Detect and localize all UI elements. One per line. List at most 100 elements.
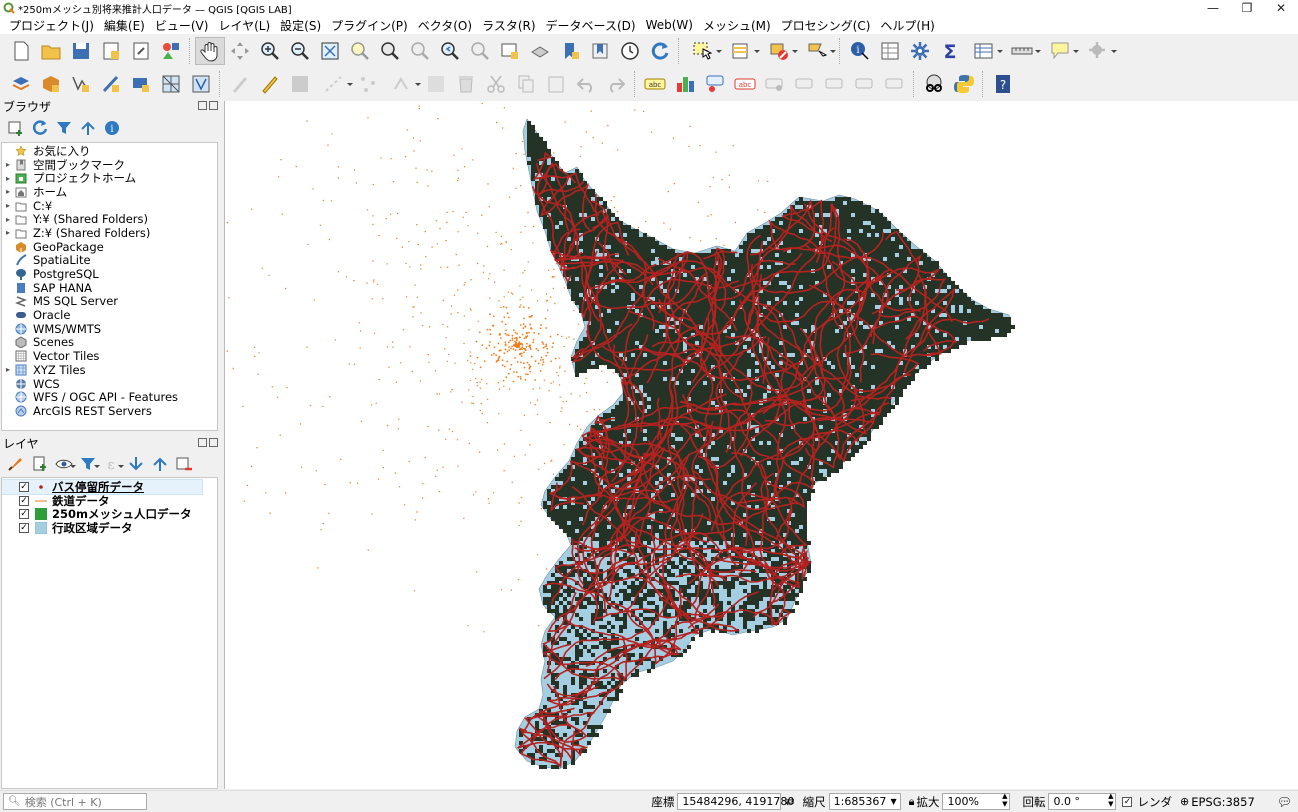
new-mesh-layer-button[interactable] [156, 70, 186, 98]
help-button[interactable]: ? [988, 70, 1018, 98]
menu-settings[interactable]: 設定(S) [275, 17, 326, 34]
expand-arrow-icon[interactable]: ▸ [2, 187, 14, 196]
change-label-button[interactable] [850, 70, 880, 98]
browser-filter-button[interactable] [52, 116, 76, 140]
new-bookmark-button[interactable] [555, 37, 585, 65]
close-button[interactable]: ✕ [1264, 0, 1298, 16]
modify-attributes-button[interactable] [421, 70, 451, 98]
browser-refresh-button[interactable] [28, 116, 52, 140]
minimize-button[interactable]: — [1196, 0, 1230, 16]
menu-database[interactable]: データベース(D) [541, 17, 641, 34]
python-console-button[interactable] [949, 70, 979, 98]
browser-item-wfs[interactable]: WFS / OGC API - Features [2, 390, 217, 404]
undo-button[interactable] [571, 70, 601, 98]
refresh-button[interactable] [645, 37, 675, 65]
layout-manager-button[interactable] [126, 37, 156, 65]
menu-view[interactable]: ビュー(V) [150, 17, 214, 34]
zoom-out-button[interactable] [285, 37, 315, 65]
data-source-manager-button[interactable] [6, 70, 36, 98]
map-canvas[interactable] [224, 101, 1298, 789]
maximize-button[interactable]: ❐ [1230, 0, 1264, 16]
pan-to-selection-button[interactable] [225, 37, 255, 65]
move-label-button[interactable] [790, 70, 820, 98]
expand-arrow-icon[interactable]: ▸ [2, 215, 14, 224]
pan-map-button[interactable] [195, 37, 225, 65]
browser-item-xyz-tiles[interactable]: ▸ XYZ Tiles [2, 363, 217, 377]
new-temporary-layer-button[interactable] [96, 70, 126, 98]
new-vector-tile-button[interactable] [186, 70, 216, 98]
layer-item-admin-boundaries[interactable]: ✓ 行政区域データ [2, 521, 217, 535]
browser-item-scenes[interactable]: Scenes [2, 335, 217, 349]
menu-processing[interactable]: プロセシング(C) [776, 17, 876, 34]
browser-item-sap-hana[interactable]: SAP HANA [2, 281, 217, 295]
show-hide-labels-button[interactable] [760, 70, 790, 98]
panel-float-button[interactable] [198, 101, 207, 110]
layer-labeling-button[interactable]: abc [640, 70, 670, 98]
map-render[interactable] [225, 101, 1298, 789]
statistical-summary-button[interactable]: Σ [935, 37, 965, 65]
new-virtual-layer-button[interactable] [126, 70, 156, 98]
zoom-next-button[interactable] [465, 37, 495, 65]
manage-themes-button[interactable] [52, 452, 76, 476]
new-print-layout-button[interactable] [96, 37, 126, 65]
browser-item-wms[interactable]: WMS/WMTS [2, 322, 217, 336]
panel-float-button[interactable] [198, 438, 207, 447]
open-attribute-table-button[interactable] [875, 37, 905, 65]
browser-item-c-drive[interactable]: ▸ C:¥ [2, 199, 217, 213]
pin-labels-button[interactable] [700, 70, 730, 98]
menu-web[interactable]: Web(W) [641, 18, 698, 32]
menu-vector[interactable]: ベクタ(O) [413, 17, 477, 34]
vertex-editor-button[interactable] [383, 70, 421, 98]
paste-features-button[interactable] [541, 70, 571, 98]
zoom-last-button[interactable] [435, 37, 465, 65]
show-bookmarks-button[interactable] [585, 37, 615, 65]
zoom-in-button[interactable] [255, 37, 285, 65]
processing-toolbox-button[interactable] [905, 37, 935, 65]
browser-item-arcgis-rest[interactable]: ArcGIS REST Servers [2, 404, 217, 418]
add-layer-button[interactable] [4, 116, 28, 140]
identify-features-button[interactable]: i [845, 37, 875, 65]
layer-visibility-checkbox[interactable]: ✓ [19, 522, 29, 533]
zoom-to-layer-button[interactable] [375, 37, 405, 65]
panel-close-button[interactable] [209, 101, 218, 110]
new-3d-view-button[interactable] [525, 37, 555, 65]
layer-styling-button[interactable] [4, 452, 28, 476]
new-map-view-button[interactable] [495, 37, 525, 65]
toggle-editing-button[interactable] [255, 70, 285, 98]
expand-arrow-icon[interactable]: ▸ [2, 160, 14, 169]
menu-edit[interactable]: 編集(E) [99, 17, 150, 34]
copy-features-button[interactable] [511, 70, 541, 98]
layer-visibility-checkbox[interactable]: ✓ [19, 481, 29, 492]
style-manager-button[interactable] [156, 37, 186, 65]
current-edits-button[interactable] [225, 70, 255, 98]
browser-item-y-drive[interactable]: ▸ Y:¥ (Shared Folders) [2, 212, 217, 226]
properties-button[interactable]: i [100, 116, 124, 140]
browser-item-oracle[interactable]: Oracle [2, 308, 217, 322]
new-geopackage-layer-button[interactable] [36, 70, 66, 98]
zoom-native-button[interactable] [405, 37, 435, 65]
digitize-line-button[interactable] [315, 70, 353, 98]
filter-legend-button[interactable] [76, 452, 100, 476]
open-project-button[interactable] [36, 37, 66, 65]
menu-plugins[interactable]: プラグイン(P) [326, 17, 413, 34]
new-project-button[interactable] [6, 37, 36, 65]
filter-by-expression-button[interactable]: ε [100, 452, 124, 476]
browser-item-mssql[interactable]: MS SQL Server [2, 294, 217, 308]
delete-selected-button[interactable] [451, 70, 481, 98]
layer-visibility-checkbox[interactable]: ✓ [19, 509, 29, 520]
select-features-button[interactable] [684, 37, 722, 65]
temporal-controller-button[interactable] [615, 37, 645, 65]
browser-item-wcs[interactable]: WCS [2, 377, 217, 391]
measure-line-button[interactable] [1003, 37, 1041, 65]
browser-item-postgresql[interactable]: PostgreSQL [2, 267, 217, 281]
menu-raster[interactable]: ラスタ(R) [477, 17, 540, 34]
browser-item-geopackage[interactable]: GeoPackage [2, 240, 217, 254]
map-tips-button[interactable] [1041, 37, 1079, 65]
expand-arrow-icon[interactable]: ▸ [2, 174, 14, 183]
expand-arrow-icon[interactable]: ▸ [2, 201, 14, 210]
add-group-button[interactable] [28, 452, 52, 476]
highlight-labels-button[interactable]: abc [730, 70, 760, 98]
cut-features-button[interactable] [481, 70, 511, 98]
browser-item-z-drive[interactable]: ▸ Z:¥ (Shared Folders) [2, 226, 217, 240]
plugin-spy-button[interactable] [919, 70, 949, 98]
